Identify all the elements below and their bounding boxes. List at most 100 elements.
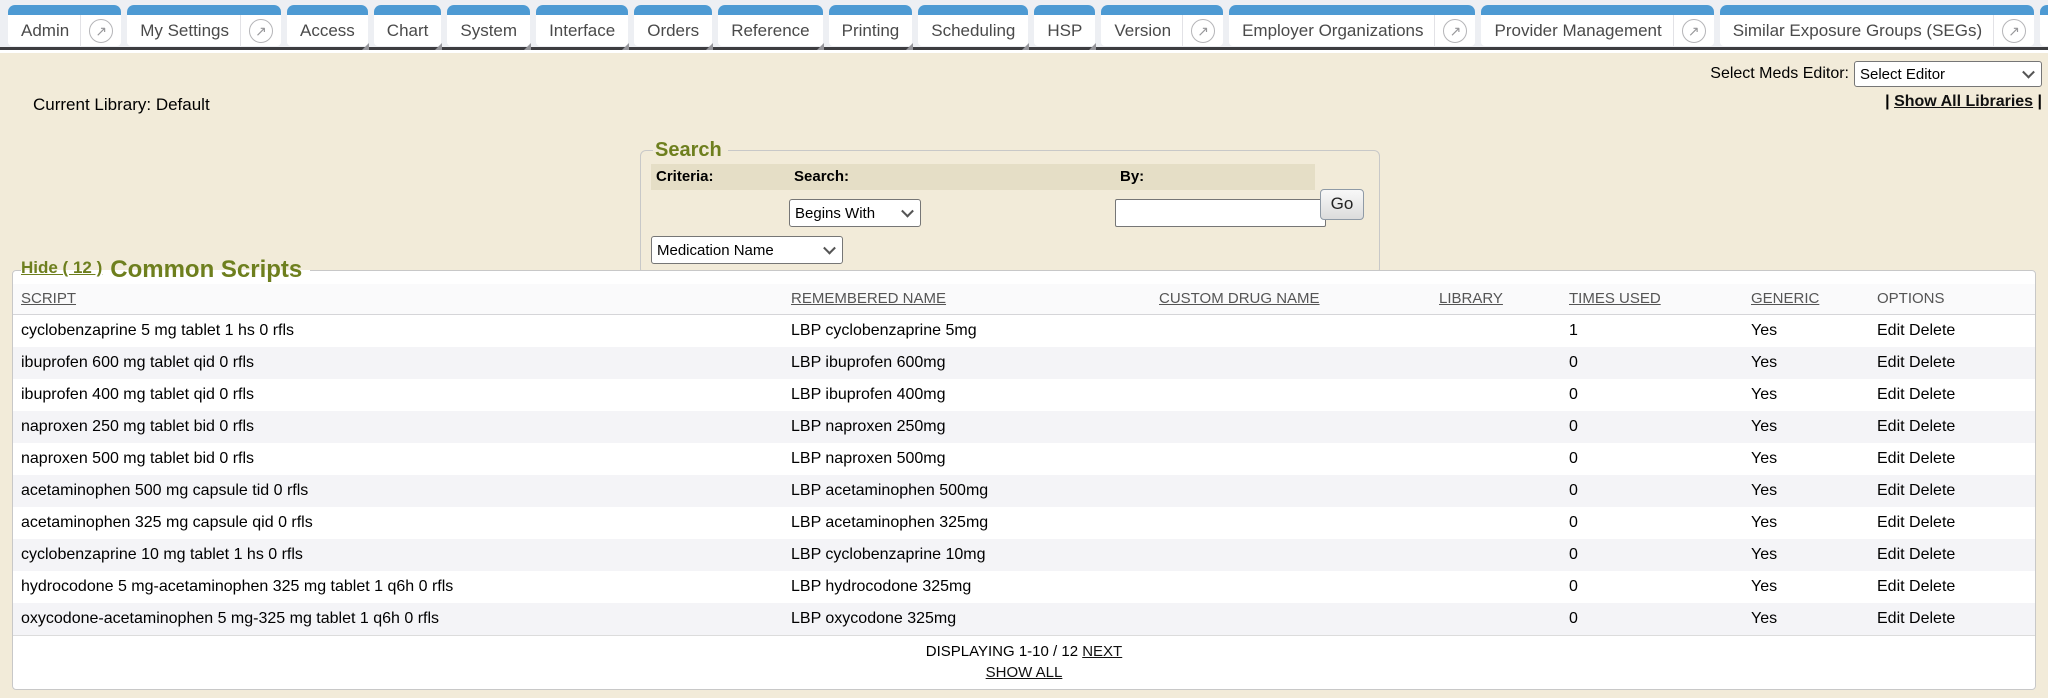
cell-generic: Yes xyxy=(1743,539,1869,571)
cell-custom-drug-name xyxy=(1151,379,1431,411)
edit-action-link[interactable]: Edit xyxy=(1877,354,1905,371)
nav-tab-similar-exposure-groups-segs[interactable]: Similar Exposure Groups (SEGs)↗ xyxy=(1720,5,2034,46)
cell-generic: Yes xyxy=(1743,379,1869,411)
nav-tab-admin[interactable]: Admin↗ xyxy=(8,5,121,46)
cell-generic: Yes xyxy=(1743,571,1869,603)
nav-tab-reference[interactable]: Reference xyxy=(718,5,822,46)
cell-generic: Yes xyxy=(1743,347,1869,379)
cell-custom-drug-name xyxy=(1151,347,1431,379)
next-page-link[interactable]: NEXT xyxy=(1082,643,1122,660)
delete-action-link[interactable]: Delete xyxy=(1909,578,1955,595)
column-header-generic[interactable]: GENERIC xyxy=(1743,284,1869,315)
nav-tab-hsp[interactable]: HSP xyxy=(1034,5,1095,46)
menu-caret-icon xyxy=(435,43,442,50)
cell-remembered-name: LBP naproxen 250mg xyxy=(783,411,1151,443)
nav-tab-scheduling[interactable]: Scheduling xyxy=(918,5,1028,46)
menu-caret-icon xyxy=(706,43,713,50)
delete-action-link[interactable]: Delete xyxy=(1909,482,1955,499)
nav-tab-work-locations[interactable]: Work Locations↗ xyxy=(2040,5,2048,46)
cell-library xyxy=(1431,539,1561,571)
cell-library xyxy=(1431,571,1561,603)
column-header-library[interactable]: LIBRARY xyxy=(1431,284,1561,315)
cell-times-used: 0 xyxy=(1561,379,1743,411)
cell-custom-drug-name xyxy=(1151,603,1431,635)
tab-accent-bar xyxy=(536,5,628,15)
tab-accent-bar xyxy=(374,5,442,15)
cell-times-used: 0 xyxy=(1561,603,1743,635)
delete-action-link[interactable]: Delete xyxy=(1909,354,1955,371)
cell-script: acetaminophen 325 mg capsule qid 0 rfls xyxy=(13,507,783,539)
search-column-label: Search: xyxy=(789,164,1115,190)
nav-tab-interface[interactable]: Interface xyxy=(536,5,628,46)
edit-action-link[interactable]: Edit xyxy=(1877,450,1905,467)
nav-tab-my-settings[interactable]: My Settings↗ xyxy=(127,5,281,46)
column-header-custom-drug-name[interactable]: CUSTOM DRUG NAME xyxy=(1151,284,1431,315)
nav-tab-printing[interactable]: Printing xyxy=(829,5,913,46)
column-header-times-used[interactable]: TIMES USED xyxy=(1561,284,1743,315)
search-panel-title: Search xyxy=(653,139,728,162)
delete-action-link[interactable]: Delete xyxy=(1909,610,1955,627)
edit-action-link[interactable]: Edit xyxy=(1877,322,1905,339)
edit-action-link[interactable]: Edit xyxy=(1877,546,1905,563)
tab-label: Employer Organizations xyxy=(1229,21,1434,41)
nav-tab-access[interactable]: Access xyxy=(287,5,368,46)
external-icon-area: ↗ xyxy=(80,15,121,46)
tab-accent-bar xyxy=(447,5,530,15)
hide-toggle-link[interactable]: Hide ( 12 ) xyxy=(21,258,102,277)
nav-tab-provider-management[interactable]: Provider Management↗ xyxy=(1481,5,1713,46)
tab-accent-bar xyxy=(1229,5,1475,15)
delete-action-link[interactable]: Delete xyxy=(1909,386,1955,403)
go-button[interactable]: Go xyxy=(1320,189,1364,220)
cell-times-used: 0 xyxy=(1561,571,1743,603)
cell-generic: Yes xyxy=(1743,507,1869,539)
cell-script: hydrocodone 5 mg-acetaminophen 325 mg ta… xyxy=(13,571,783,603)
cell-options: Edit Delete xyxy=(1869,411,2035,443)
common-scripts-panel: Hide ( 12 )Common Scripts SCRIPT REMEMBE… xyxy=(12,256,2036,690)
cell-remembered-name: LBP cyclobenzaprine 10mg xyxy=(783,539,1151,571)
delete-action-link[interactable]: Delete xyxy=(1909,514,1955,531)
column-header-remembered-name[interactable]: REMEMBERED NAME xyxy=(783,284,1151,315)
criteria-select-wrap: Begins With xyxy=(789,199,921,227)
cell-generic: Yes xyxy=(1743,315,1869,348)
criteria-select[interactable]: Begins With xyxy=(789,199,921,227)
nav-tab-version[interactable]: Version↗ xyxy=(1101,5,1223,46)
cell-script: cyclobenzaprine 5 mg tablet 1 hs 0 rfls xyxy=(13,315,783,348)
scripts-table-body: cyclobenzaprine 5 mg tablet 1 hs 0 rflsL… xyxy=(13,315,2035,636)
edit-action-link[interactable]: Edit xyxy=(1877,482,1905,499)
tab-label: Admin xyxy=(8,21,80,41)
cell-generic: Yes xyxy=(1743,411,1869,443)
table-row: cyclobenzaprine 10 mg tablet 1 hs 0 rfls… xyxy=(13,539,2035,571)
edit-action-link[interactable]: Edit xyxy=(1877,578,1905,595)
nav-tab-orders[interactable]: Orders xyxy=(634,5,712,46)
cell-remembered-name: LBP cyclobenzaprine 5mg xyxy=(783,315,1151,348)
cell-library xyxy=(1431,315,1561,348)
delete-action-link[interactable]: Delete xyxy=(1909,322,1955,339)
tab-label: Version xyxy=(1101,21,1182,41)
search-input[interactable] xyxy=(1115,199,1326,227)
by-column-label: By: xyxy=(1115,164,1315,190)
edit-action-link[interactable]: Edit xyxy=(1877,610,1905,627)
external-icon-area: ↗ xyxy=(240,15,281,46)
cell-library xyxy=(1431,507,1561,539)
delete-action-link[interactable]: Delete xyxy=(1909,546,1955,563)
meds-editor-select[interactable]: Select Editor xyxy=(1854,61,2042,87)
page-body: Current Library: Default Select Meds Edi… xyxy=(0,53,2048,698)
pipe-left: | xyxy=(1885,93,1889,110)
delete-action-link[interactable]: Delete xyxy=(1909,418,1955,435)
nav-tab-employer-organizations[interactable]: Employer Organizations↗ xyxy=(1229,5,1475,46)
tab-label: HSP xyxy=(1034,21,1095,41)
meds-editor-label: Select Meds Editor: xyxy=(1710,65,1849,83)
show-all-libraries-link[interactable]: Show All Libraries xyxy=(1894,93,2033,110)
column-header-script[interactable]: SCRIPT xyxy=(13,284,783,315)
edit-action-link[interactable]: Edit xyxy=(1877,386,1905,403)
cell-options: Edit Delete xyxy=(1869,475,2035,507)
nav-tab-chart[interactable]: Chart xyxy=(374,5,442,46)
show-all-link[interactable]: SHOW ALL xyxy=(986,664,1063,681)
edit-action-link[interactable]: Edit xyxy=(1877,514,1905,531)
delete-action-link[interactable]: Delete xyxy=(1909,450,1955,467)
cell-times-used: 0 xyxy=(1561,507,1743,539)
tab-label: Work Locations xyxy=(2040,21,2048,41)
common-scripts-table: SCRIPT REMEMBERED NAME CUSTOM DRUG NAME … xyxy=(13,284,2035,635)
edit-action-link[interactable]: Edit xyxy=(1877,418,1905,435)
nav-tab-system[interactable]: System xyxy=(447,5,530,46)
